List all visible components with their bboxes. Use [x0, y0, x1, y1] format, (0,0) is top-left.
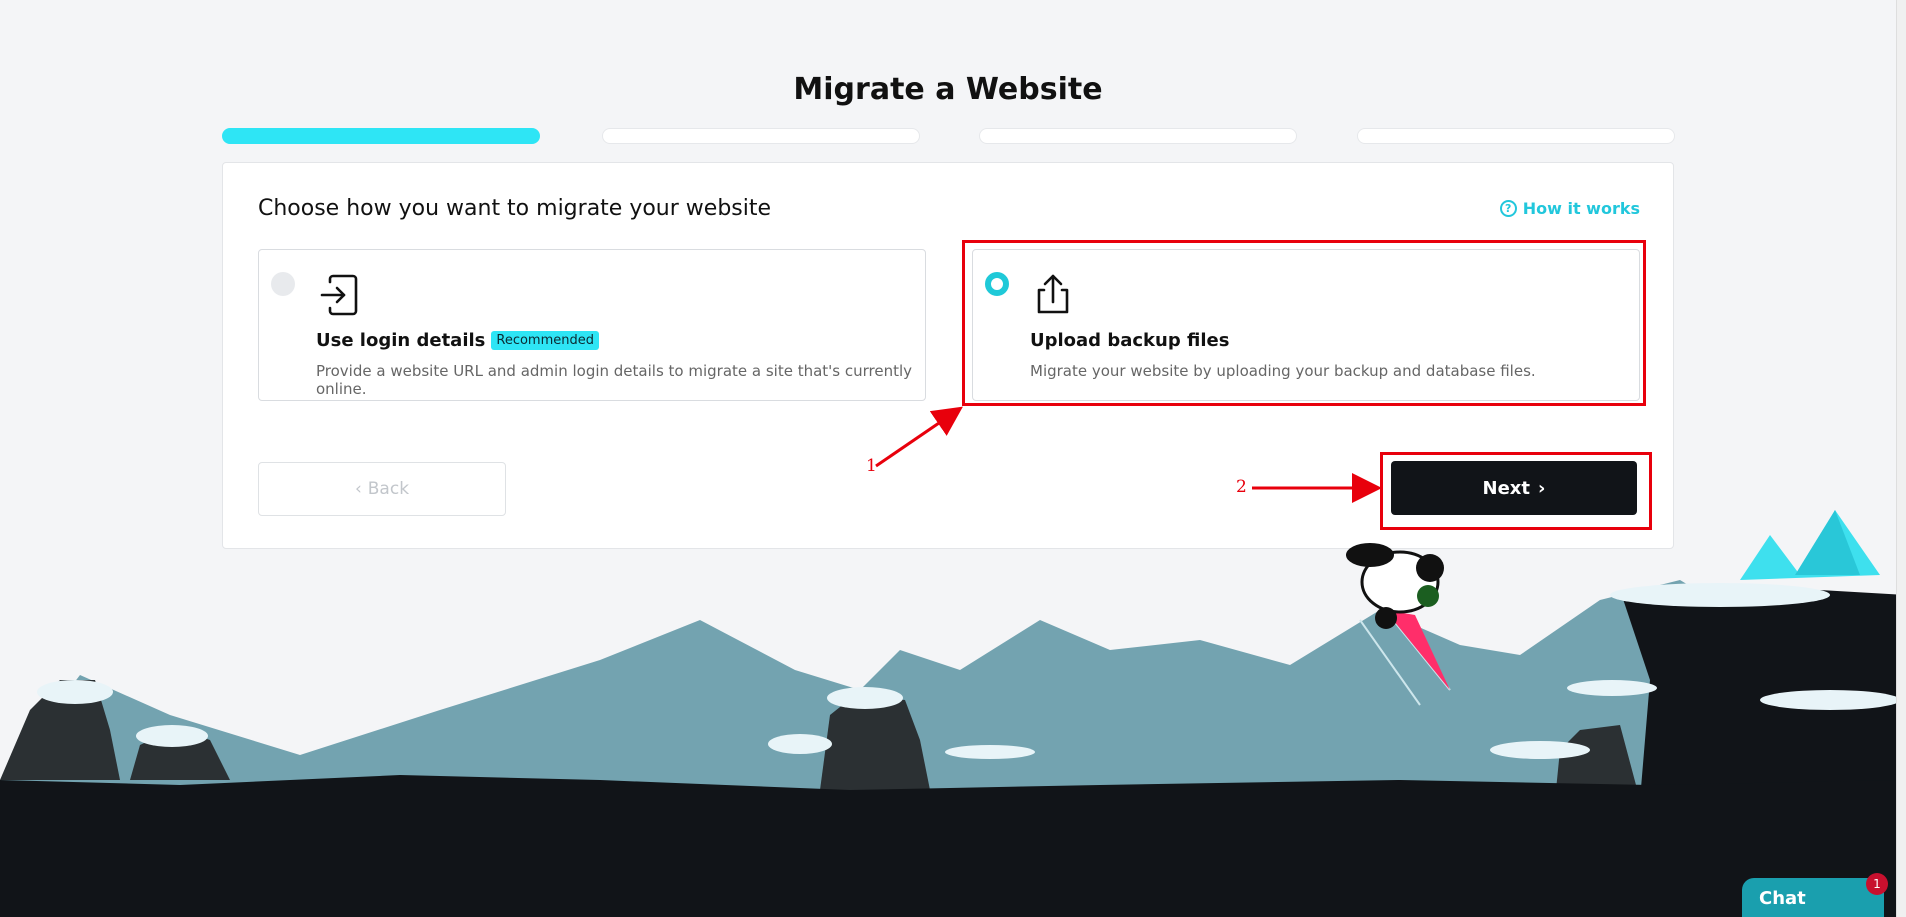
annotation-label-1: 1 — [866, 456, 877, 476]
annotation-label-2: 2 — [1236, 477, 1247, 497]
page-scrollbar[interactable] — [1896, 0, 1906, 917]
chat-notification-badge: 1 — [1866, 873, 1888, 895]
chat-widget-button[interactable]: Chat — [1742, 878, 1884, 917]
mountain-scene-illustration — [0, 510, 1906, 917]
chat-label: Chat — [1759, 888, 1806, 909]
